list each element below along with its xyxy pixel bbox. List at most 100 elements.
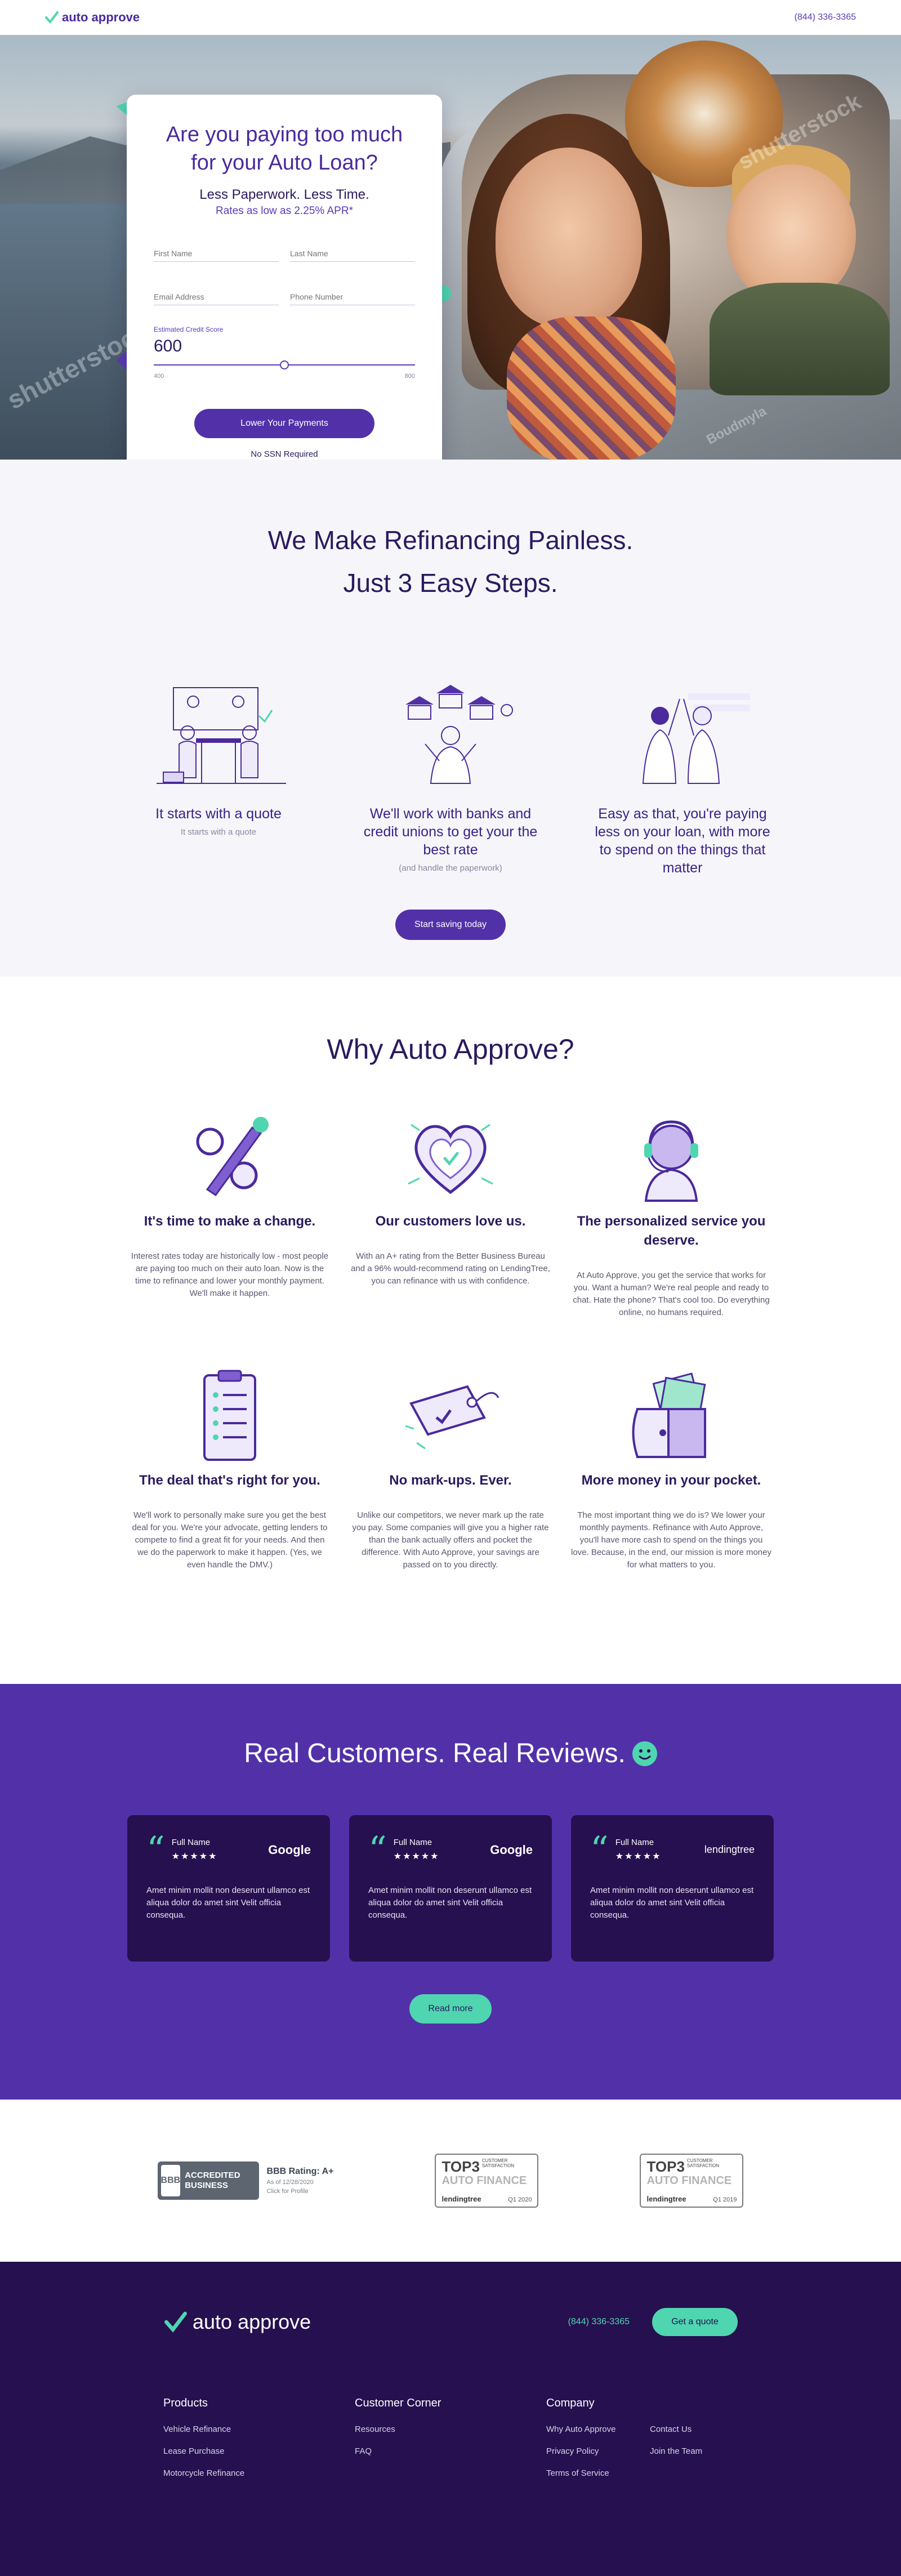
why-item-text: Unlike our competitors, we never mark up…: [352, 1510, 549, 1570]
wallet-cash-icon: [632, 1372, 706, 1458]
slider-min-label: 400: [154, 373, 164, 380]
brand-logo[interactable]: auto approve: [45, 10, 140, 25]
lower-payments-button[interactable]: Lower Your Payments: [194, 409, 374, 438]
reviewer-name: Full Name: [615, 1838, 654, 1847]
footer-top: auto approve (844) 336-3365 Get a quote: [163, 2308, 738, 2336]
bbb-logo-icon: BBB: [160, 2165, 181, 2196]
footer-brand-name: auto approve: [193, 2310, 311, 2333]
top3-quarter: Q1 2019: [713, 2196, 737, 2203]
slider-range: 400 800: [154, 373, 415, 380]
why-item-title: It's time to make a change.: [144, 1214, 316, 1229]
reviews-title: Real Customers. Real Reviews.: [244, 1738, 657, 1769]
footer-link-terms-of-service[interactable]: Terms of Service: [546, 2468, 650, 2478]
steps-title-line2: Just 3 Easy Steps.: [343, 568, 558, 598]
phone-field-wrap: [290, 292, 415, 305]
quote-form-card: Are you paying too much for your Auto Lo…: [127, 95, 442, 460]
first-name-field-wrap: [154, 249, 279, 262]
form-rates: Rates as low as 2.25% APR*: [216, 205, 353, 217]
top3-cs: CUSTOMER SATISFACTION: [481, 2158, 515, 2168]
footer-link-lease-purchase[interactable]: Lease Purchase: [163, 2446, 355, 2456]
start-saving-button[interactable]: Start saving today: [395, 910, 506, 940]
footer-link-vehicle-refinance[interactable]: Vehicle Refinance: [163, 2425, 355, 2434]
why-item: The deal that's right for you. We'll wor…: [125, 1364, 334, 1571]
review-card: “ Full Name ★★★★★ Google Amet minim moll…: [127, 1815, 330, 1962]
banks-illustration-icon: [405, 685, 513, 784]
footer-col-customer-corner: Customer Corner Resources FAQ: [355, 2397, 546, 2478]
review-text: Amet minim mollit non deserunt ullamco e…: [146, 1886, 310, 1920]
quote-icon: “: [146, 1829, 165, 1871]
footer-link-contact-us[interactable]: Contact Us: [650, 2425, 734, 2434]
reviews-section: Real Customers. Real Reviews. “ Full Nam…: [0, 1684, 901, 2100]
quote-icon: “: [590, 1829, 609, 1871]
review-meta: Full Name ★★★★★: [615, 1838, 704, 1862]
why-item: More money in your pocket. The most impo…: [567, 1364, 776, 1571]
hero-photo-scarf: [507, 317, 676, 460]
bbb-accredited-text: ACCREDITED BUSINESS: [185, 2171, 240, 2190]
bbb-rating-text: BBB Rating: A+: [266, 2167, 334, 2176]
credit-score-value: 600: [154, 337, 182, 355]
top3-category: AUTO FINANCE: [441, 2174, 527, 2187]
bbb-profile-link[interactable]: Click for Profile: [267, 2188, 334, 2195]
why-item: It's time to make a change. Interest rat…: [125, 1105, 334, 1319]
bbb-rating-date: As of 12/28/2020: [266, 2179, 314, 2186]
step-2: We'll work with banks and credit unions …: [334, 682, 567, 877]
step-1: It starts with a quote It starts with a …: [102, 682, 334, 877]
review-card: “ Full Name ★★★★★ lendingtree Amet minim…: [571, 1815, 774, 1962]
why-item-title: Our customers love us.: [375, 1214, 526, 1229]
footer-links: Resources FAQ: [355, 2425, 546, 2456]
trust-badges: BBB ACCREDITED BUSINESS BBB Rating: A+ A…: [0, 2100, 901, 2262]
review-card-header: “ Full Name ★★★★★ Google: [146, 1829, 311, 1871]
slider-thumb[interactable]: [280, 360, 289, 369]
step-1-title: It starts with a quote: [155, 806, 282, 822]
site-footer: auto approve (844) 336-3365 Get a quote …: [0, 2262, 901, 2576]
last-name-input[interactable]: [290, 249, 415, 258]
footer-link-privacy-policy[interactable]: Privacy Policy: [546, 2446, 650, 2456]
why-section: Why Auto Approve? It's time to make a ch…: [0, 977, 901, 1684]
form-title: Are you paying too much for your Auto Lo…: [166, 123, 403, 175]
heart-icon: [408, 1124, 493, 1195]
email-input[interactable]: [154, 292, 279, 301]
footer-link-why-auto-approve[interactable]: Why Auto Approve: [546, 2425, 650, 2434]
footer-link-join-the-team[interactable]: Join the Team: [650, 2446, 734, 2456]
footer-col-title: Products: [163, 2397, 208, 2409]
reviewer-name: Full Name: [393, 1838, 432, 1847]
footer-phone-link[interactable]: (844) 336-3365: [568, 2317, 630, 2327]
top3-badge: TOP3 CUSTOMER SATISFACTION AUTO FINANCE l…: [435, 2154, 539, 2208]
credit-score-slider[interactable]: [154, 359, 415, 371]
why-item-text: With an A+ rating from the Better Busine…: [351, 1251, 550, 1286]
review-card-header: “ Full Name ★★★★★ Google: [368, 1832, 533, 1868]
step-3: Easy as that, you're paying less on your…: [567, 682, 799, 877]
smile-icon: [632, 1741, 657, 1766]
name-row: [154, 249, 415, 262]
footer-link-motorcycle-refinance[interactable]: Motorcycle Refinance: [163, 2468, 355, 2478]
top3-category: AUTO FINANCE: [646, 2174, 732, 2187]
contact-row: [154, 292, 415, 305]
star-rating-icon: ★★★★★: [171, 1852, 218, 1861]
why-item: The personalized service you deserve. At…: [567, 1105, 776, 1319]
lendingtree-logo-icon: lendingtree: [704, 1844, 755, 1855]
top3-cs: CUSTOMER SATISFACTION: [686, 2158, 720, 2168]
review-cards: “ Full Name ★★★★★ Google Amet minim moll…: [0, 1815, 901, 1962]
bbb-badge[interactable]: BBB ACCREDITED BUSINESS BBB Rating: A+ A…: [157, 2161, 334, 2200]
steps-section: We Make Refinancing Painless. Just 3 Eas…: [0, 460, 901, 977]
why-item-text: At Auto Approve, you get the service tha…: [573, 1271, 770, 1317]
why-item-title: The deal that's right for you.: [139, 1473, 320, 1488]
footer-link-resources[interactable]: Resources: [355, 2425, 546, 2434]
footer-link-faq[interactable]: FAQ: [355, 2446, 546, 2456]
slider-max-label: 800: [404, 373, 415, 380]
checkmark-logo-icon: [45, 11, 59, 24]
checkmark-logo-icon: [164, 2311, 187, 2333]
header-phone-link[interactable]: (844) 336-3365: [795, 12, 856, 23]
read-more-button[interactable]: Read more: [409, 1994, 492, 2024]
why-item-title: The personalized service you deserve.: [577, 1214, 766, 1248]
credit-score-label: Estimated Credit Score: [154, 326, 224, 333]
reviewer-name: Full Name: [171, 1838, 211, 1847]
review-meta: Full Name ★★★★★: [394, 1838, 490, 1862]
footer-brand-logo[interactable]: auto approve: [163, 2310, 311, 2334]
get-quote-button[interactable]: Get a quote: [652, 2308, 738, 2336]
steps-title-line1: We Make Refinancing Painless.: [267, 525, 634, 555]
hero-photo-boy-jacket: [710, 283, 890, 395]
footer-links: Why Auto Approve Contact Us Privacy Poli…: [546, 2425, 738, 2478]
phone-input[interactable]: [290, 292, 415, 301]
first-name-input[interactable]: [154, 249, 279, 258]
